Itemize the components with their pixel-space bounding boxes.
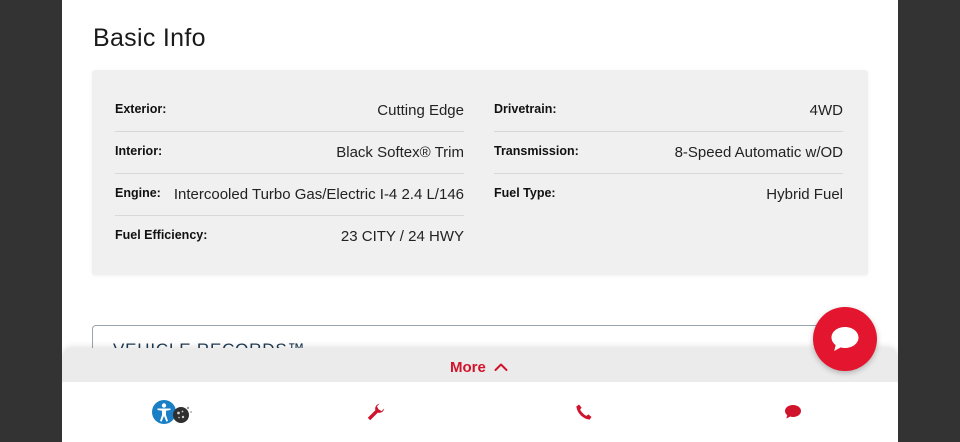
- info-row-fuel-type: Fuel Type: Hybrid Fuel: [494, 174, 843, 216]
- chat-fab-button[interactable]: [813, 307, 877, 371]
- section-title-basic-info: Basic Info: [93, 24, 206, 52]
- basic-info-card: Exterior: Cutting Edge Interior: Black S…: [92, 70, 868, 275]
- info-row-engine: Engine: Intercooled Turbo Gas/Electric I…: [115, 174, 464, 216]
- info-value: Hybrid Fuel: [766, 186, 843, 203]
- chat-button[interactable]: [779, 398, 807, 426]
- chat-bubble-icon: [831, 327, 859, 351]
- info-value: 23 CITY / 24 HWY: [340, 228, 464, 245]
- info-row-interior: Interior: Black Softex® Trim: [115, 132, 464, 174]
- bottom-nav: [62, 382, 898, 442]
- more-label: More: [450, 358, 486, 376]
- page: Basic Info Exterior: Cutting Edge Interi…: [62, 0, 898, 442]
- info-value: Intercooled Turbo Gas/Electric I-4 2.4 L…: [173, 186, 464, 203]
- info-column-right: Drivetrain: 4WD Transmission: 8-Speed Au…: [494, 90, 843, 216]
- info-value: Black Softex® Trim: [336, 144, 464, 161]
- info-row-exterior: Exterior: Cutting Edge: [115, 90, 464, 132]
- info-value: Cutting Edge: [377, 102, 464, 119]
- info-row-transmission: Transmission: 8-Speed Automatic w/OD: [494, 132, 843, 174]
- info-label: Fuel Efficiency:: [115, 228, 208, 242]
- info-label: Engine:: [115, 186, 161, 200]
- wrench-icon: [367, 403, 385, 421]
- chevron-up-icon: [494, 363, 508, 371]
- info-label: Exterior:: [115, 102, 167, 116]
- info-value: 4WD: [809, 102, 843, 119]
- info-column-left: Exterior: Cutting Edge Interior: Black S…: [115, 90, 464, 258]
- info-row-fuel-efficiency: Fuel Efficiency: 23 CITY / 24 HWY: [115, 216, 464, 258]
- info-value: 8-Speed Automatic w/OD: [674, 144, 843, 161]
- more-button[interactable]: More: [450, 357, 508, 377]
- accessibility-button[interactable]: [150, 398, 202, 426]
- info-label: Transmission:: [494, 144, 579, 158]
- info-label: Drivetrain:: [494, 102, 557, 116]
- more-bar: More: [62, 348, 898, 382]
- service-button[interactable]: [362, 398, 390, 426]
- phone-button[interactable]: [570, 398, 598, 426]
- accessibility-icon: [152, 400, 192, 424]
- chat-bubble-icon: [785, 405, 801, 419]
- info-label: Fuel Type:: [494, 186, 556, 200]
- phone-icon: [576, 404, 592, 420]
- info-row-drivetrain: Drivetrain: 4WD: [494, 90, 843, 132]
- info-label: Interior:: [115, 144, 163, 158]
